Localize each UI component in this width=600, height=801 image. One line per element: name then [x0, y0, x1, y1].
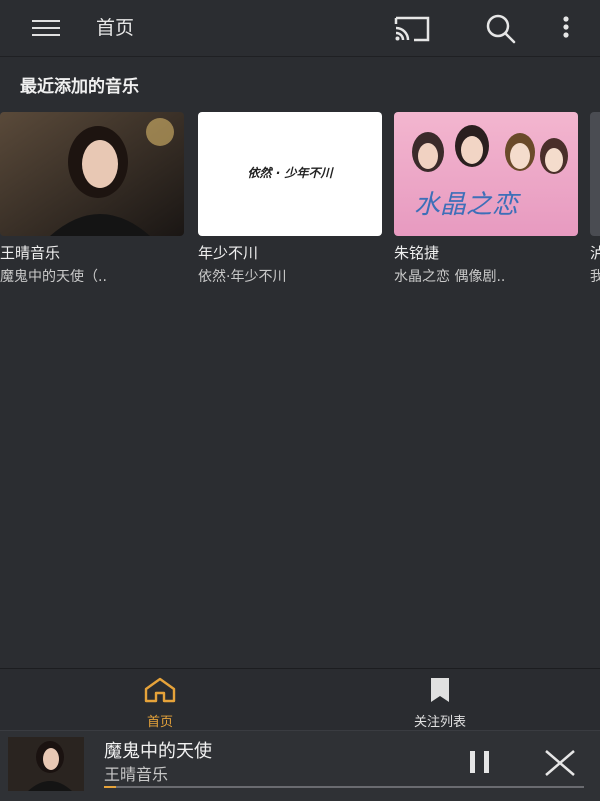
recent-albums-strip[interactable]: 王晴音乐 魔鬼中的天使（.. 依然 · 少年不川 年少不川 依然·年少不川 水晶…	[0, 112, 600, 282]
bottom-navigation: 首页 关注列表	[0, 668, 600, 731]
album-card[interactable]: 王晴音乐 魔鬼中的天使（..	[0, 112, 184, 282]
home-icon	[144, 677, 176, 703]
bookmark-icon	[431, 678, 449, 702]
playback-progress[interactable]	[104, 786, 584, 788]
album-subtitle: 依然·年少不川	[198, 269, 287, 282]
now-playing-title: 魔鬼中的天使	[104, 741, 212, 762]
album-card[interactable]: 依然 · 少年不川 年少不川 依然·年少不川	[198, 112, 382, 282]
playback-progress-fill	[104, 786, 116, 788]
album-subtitle: 我	[590, 266, 600, 282]
album-title: 朱铭捷	[394, 244, 440, 262]
now-playing-cover	[8, 737, 84, 791]
more-vertical-icon[interactable]	[552, 8, 580, 48]
pause-icon[interactable]	[462, 745, 498, 781]
album-title: 王晴音乐	[0, 244, 61, 262]
album-title: 泸	[590, 244, 600, 262]
album-cover: 依然 · 少年不川	[198, 112, 382, 236]
album-card[interactable]: 水晶之恋 朱铭捷 水晶之恋 偶像剧..	[394, 112, 578, 282]
search-icon[interactable]	[478, 8, 522, 48]
album-subtitle: 魔鬼中的天使（..	[0, 269, 107, 282]
album-cover	[590, 112, 600, 236]
close-icon[interactable]	[540, 745, 580, 781]
cast-icon[interactable]	[390, 10, 434, 46]
album-cover	[0, 112, 184, 236]
album-title: 年少不川	[198, 244, 259, 262]
mini-player[interactable]: 魔鬼中的天使 王晴音乐	[0, 730, 600, 801]
top-app-bar: 首页	[0, 0, 600, 57]
cover-text: 依然 · 少年不川	[247, 166, 333, 180]
page-title: 首页	[96, 17, 135, 39]
cover-text: 水晶之恋	[414, 190, 519, 220]
section-title: 最近添加的音乐	[20, 77, 139, 97]
menu-icon[interactable]	[28, 14, 64, 42]
album-subtitle: 水晶之恋 偶像剧..	[394, 269, 506, 282]
album-card[interactable]: 泸 我	[590, 112, 600, 282]
now-playing-artist: 王晴音乐	[104, 765, 169, 784]
nav-home[interactable]: 首页	[80, 677, 240, 730]
album-cover: 水晶之恋	[394, 112, 578, 236]
nav-watchlist[interactable]: 关注列表	[360, 677, 520, 730]
nav-home-label: 首页	[146, 715, 173, 730]
nav-watchlist-label: 关注列表	[413, 715, 466, 730]
